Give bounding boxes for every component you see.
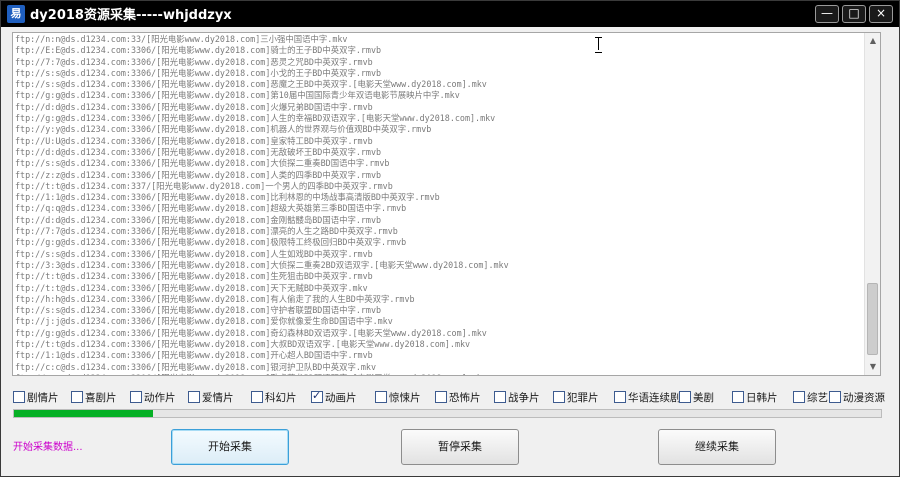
category-label: 华语连续剧 (628, 391, 681, 404)
category-checkbox[interactable] (188, 391, 200, 403)
scrollbar-thumb[interactable] (867, 283, 878, 355)
category-11[interactable]: 美剧 (679, 389, 714, 405)
category-label: 恐怖片 (449, 391, 481, 404)
log-line: ftp://d:d@ds.d1234.com:3306/[阳光电影www.dy2… (15, 101, 373, 112)
category-3[interactable]: 爱情片 (188, 389, 234, 405)
log-output-box[interactable]: ftp://n:n@ds.d1234.com:33/[阳光电影www.dy201… (12, 32, 881, 376)
log-line: ftp://7:7@ds.d1234.com:3306/[阳光电影www.dy2… (15, 56, 373, 67)
log-line: ftp://g:g@ds.d1234.com:3306/[阳光电影www.dy2… (15, 237, 407, 248)
category-label: 美剧 (693, 391, 714, 404)
log-line: ftp://n:n@ds.d1234.com:33/[阳光电影www.dy201… (15, 34, 348, 44)
log-line: ftp://q:q@ds.d1234.com:3306/[阳光电影www.dy2… (15, 203, 407, 214)
log-line: ftp://U:U@ds.d1234.com:3306/[阳光电影www.dy2… (15, 135, 373, 146)
category-checkbox[interactable] (130, 391, 142, 403)
category-checkboxes: 剧情片 喜剧片 动作片 爱情片 科幻片 动画片 惊悚片 恐怖片 战争片 犯罪片 华语连续剧美剧 日韩片… (13, 389, 885, 405)
category-checkbox[interactable] (71, 391, 83, 403)
log-line: ftp://s:s@ds.d1234.com:3306/[阳光电影www.dy2… (15, 67, 382, 78)
category-14[interactable]: 动漫资源 (829, 389, 885, 405)
start-collect-button[interactable]: 开始采集 (171, 429, 289, 465)
log-line: ftp://1:1@ds.d1234.com:3306/[阳光电影www.dy2… (15, 350, 373, 361)
category-checkbox[interactable] (311, 389, 323, 403)
category-label: 战争片 (508, 391, 540, 404)
log-line: ftp://E:E@ds.d1234.com:3306/[阳光电影www.dy2… (15, 45, 382, 56)
log-line: ftp://t:t@ds.d1234.com:3306/[阳光电影www.dy2… (15, 339, 471, 350)
category-label: 动漫资源 (843, 391, 885, 404)
category-4[interactable]: 科幻片 (251, 389, 297, 405)
category-checkbox[interactable] (829, 391, 841, 403)
category-label: 综艺 (807, 391, 828, 404)
category-label: 喜剧片 (85, 391, 117, 404)
log-line: ftp://z:z@ds.d1234.com:3306/[阳光电影www.dy2… (15, 373, 865, 375)
category-checkbox[interactable] (553, 391, 565, 403)
category-checkbox[interactable] (679, 391, 691, 403)
category-checkbox[interactable] (13, 391, 25, 403)
category-8[interactable]: 战争片 (494, 389, 540, 405)
close-button[interactable]: × (869, 5, 893, 23)
category-0[interactable]: 剧情片 (13, 389, 59, 405)
minimize-button[interactable]: — (815, 5, 839, 23)
log-line: ftp://z:z@ds.d1234.com:3306/[阳光电影www.dy2… (15, 169, 382, 180)
maximize-button[interactable]: □ (842, 5, 866, 23)
category-9[interactable]: 犯罪片 (553, 389, 599, 405)
log-line: ftp://s:s@ds.d1234.com:3306/[阳光电影www.dy2… (15, 158, 390, 169)
pause-collect-button[interactable]: 暂停采集 (401, 429, 519, 465)
category-label: 科幻片 (265, 391, 297, 404)
category-checkbox[interactable] (251, 391, 263, 403)
log-line: ftp://c:c@ds.d1234.com:3306/[阳光电影www.dy2… (15, 361, 376, 372)
log-line: ftp://s:s@ds.d1234.com:3306/[阳光电影www.dy2… (15, 79, 487, 90)
category-checkbox[interactable] (494, 391, 506, 403)
app-window: 易 dy2018资源采集-----whjddzyx — □ × ftp://n:… (0, 0, 900, 477)
category-12[interactable]: 日韩片 (732, 389, 778, 405)
log-line: ftp://d:d@ds.d1234.com:3306/[阳光电影www.dy2… (15, 214, 382, 225)
category-label: 日韩片 (746, 391, 778, 404)
category-label: 动画片 (325, 391, 357, 404)
log-line: ftp://s:s@ds.d1234.com:3306/[阳光电影www.dy2… (15, 248, 373, 259)
app-icon: 易 (7, 5, 25, 23)
category-label: 剧情片 (27, 391, 59, 404)
status-text: 开始采集数据... (13, 442, 83, 453)
title-bar[interactable]: 易 dy2018资源采集-----whjddzyx — □ × (1, 1, 899, 27)
log-line: ftp://1:1@ds.d1234.com:3306/[阳光电影www.dy2… (15, 192, 440, 203)
progress-bar (13, 409, 882, 418)
category-label: 惊悚片 (389, 391, 421, 404)
category-1[interactable]: 喜剧片 (71, 389, 117, 405)
log-line: ftp://3:3@ds.d1234.com:3306/[阳光电影www.dy2… (15, 259, 509, 270)
category-5[interactable]: 动画片 (311, 389, 357, 405)
scroll-down-arrow-icon[interactable]: ▼ (865, 359, 880, 375)
log-lines: ftp://n:n@ds.d1234.com:33/[阳光电影www.dy201… (13, 33, 865, 375)
category-checkbox[interactable] (435, 391, 447, 403)
log-scrollbar[interactable]: ▲ ▼ (864, 33, 880, 375)
log-line: ftp://t:t@ds.d1234.com:3306/[阳光电影www.dy2… (15, 282, 368, 293)
log-line: ftp://j:j@ds.d1234.com:3306/[阳光电影www.dy2… (15, 316, 393, 327)
window-controls: — □ × (815, 5, 893, 23)
category-label: 动作片 (144, 391, 176, 404)
log-line: ftp://g:g@ds.d1234.com:3306/[阳光电影www.dy2… (15, 113, 496, 124)
category-checkbox[interactable] (614, 391, 626, 403)
category-checkbox[interactable] (375, 391, 387, 403)
category-label: 爱情片 (202, 391, 234, 404)
log-line: ftp://7:7@ds.d1234.com:3306/[阳光电影www.dy2… (15, 226, 398, 237)
log-line: ftp://g:g@ds.d1234.com:3306/[阳光电影www.dy2… (15, 327, 487, 338)
resume-collect-button[interactable]: 继续采集 (658, 429, 776, 465)
category-13[interactable]: 综艺 (793, 389, 828, 405)
text-cursor-icon (595, 37, 603, 53)
log-line: ftp://s:s@ds.d1234.com:3306/[阳光电影www.dy2… (15, 305, 382, 316)
category-7[interactable]: 恐怖片 (435, 389, 481, 405)
log-line: ftp://y:y@ds.d1234.com:3306/[阳光电影www.dy2… (15, 124, 432, 135)
log-line: ftp://h:h@ds.d1234.com:3306/[阳光电影www.dy2… (15, 293, 415, 304)
scroll-up-arrow-icon[interactable]: ▲ (865, 33, 880, 49)
category-2[interactable]: 动作片 (130, 389, 176, 405)
category-checkbox[interactable] (732, 391, 744, 403)
category-label: 犯罪片 (567, 391, 599, 404)
category-checkbox[interactable] (793, 391, 805, 403)
log-line: ftp://t:t@ds.d1234.com:337/[阳光电影www.dy20… (15, 180, 393, 191)
category-10[interactable]: 华语连续剧 (614, 389, 681, 405)
log-line: ftp://t:t@ds.d1234.com:3306/[阳光电影www.dy2… (15, 271, 373, 282)
log-line: ftp://d:d@ds.d1234.com:3306/[阳光电影www.dy2… (15, 146, 382, 157)
log-line: ftp://g:g@ds.d1234.com:3306/[阳光电影www.dy2… (15, 90, 460, 101)
progress-bar-fill (14, 410, 153, 417)
category-6[interactable]: 惊悚片 (375, 389, 421, 405)
window-title: dy2018资源采集-----whjddzyx (30, 8, 232, 23)
